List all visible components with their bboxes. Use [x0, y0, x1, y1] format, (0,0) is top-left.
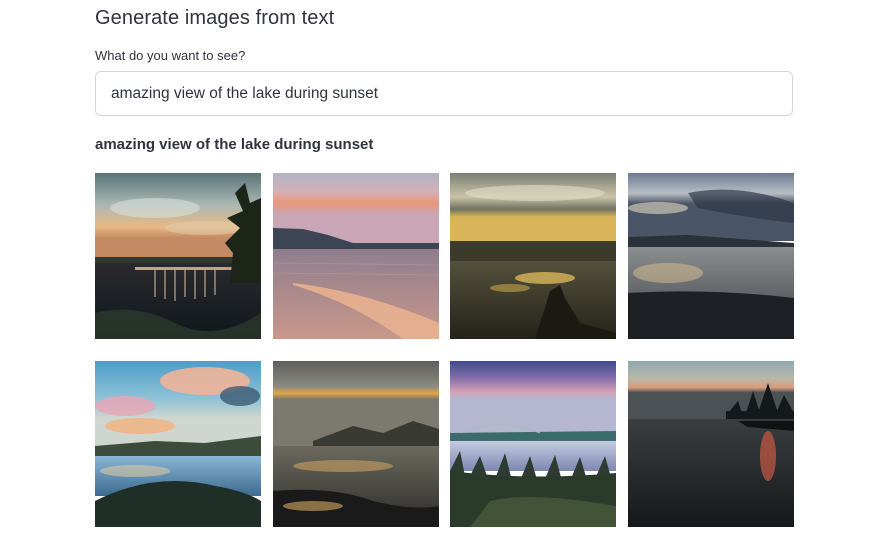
- generated-image-5-art: [95, 361, 261, 527]
- generated-image-7[interactable]: [450, 361, 616, 527]
- generated-image-6[interactable]: [273, 361, 439, 527]
- generated-image-8[interactable]: [628, 361, 794, 527]
- page-title: Generate images from text: [95, 7, 335, 29]
- generated-image-4-art: [628, 173, 794, 339]
- generated-image-1[interactable]: [95, 173, 261, 339]
- generated-image-4[interactable]: [628, 173, 794, 339]
- prompt-input[interactable]: [95, 71, 793, 116]
- generated-image-2-art: [273, 173, 439, 339]
- generated-image-7-art: [450, 361, 616, 527]
- generated-image-1-art: [95, 173, 261, 339]
- results-heading: amazing view of the lake during sunset: [95, 136, 374, 153]
- prompt-label: What do you want to see?: [95, 48, 246, 63]
- generated-image-6-art: [273, 361, 439, 527]
- generated-image-2[interactable]: [273, 173, 439, 339]
- generated-image-8-art: [628, 361, 794, 527]
- generated-image-3-art: [450, 173, 616, 339]
- generated-image-5[interactable]: [95, 361, 261, 527]
- generated-image-3[interactable]: [450, 173, 616, 339]
- app-container: Generate images from text What do you wa…: [0, 0, 887, 544]
